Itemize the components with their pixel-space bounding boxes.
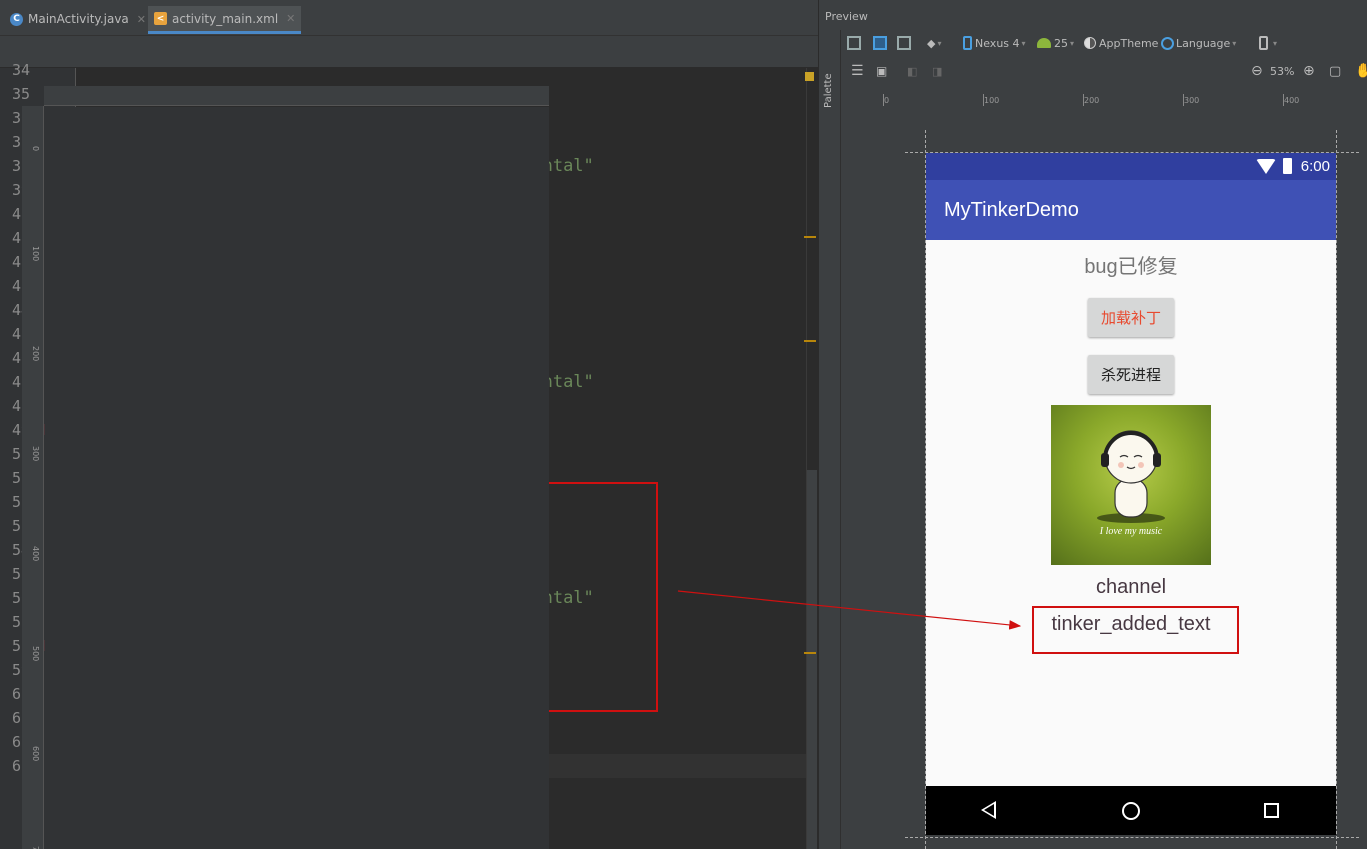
device-frame-toggle[interactable]: ▾ bbox=[1259, 34, 1277, 52]
zoom-fit-icon[interactable]: ▢ bbox=[1329, 62, 1341, 80]
music-character-icon bbox=[1097, 430, 1165, 523]
app-bar: MyTinkerDemo bbox=[926, 180, 1336, 240]
zoom-out-icon[interactable]: ⊖ bbox=[1251, 62, 1263, 80]
ruler-label: 100 bbox=[31, 246, 40, 262]
tab-main-activity[interactable]: C MainActivity.java ✕ bbox=[4, 6, 152, 32]
inspection-status-icon[interactable] bbox=[805, 72, 814, 81]
split-view-icon[interactable] bbox=[897, 34, 911, 52]
close-icon[interactable]: ✕ bbox=[286, 12, 295, 25]
palette-label[interactable]: Palette bbox=[823, 73, 834, 108]
java-class-icon: C bbox=[10, 12, 23, 26]
load-patch-button[interactable]: 加载补丁 bbox=[1088, 298, 1174, 337]
tab-activity-main-xml[interactable]: < activity_main.xml ✕ bbox=[148, 6, 302, 34]
guide-line bbox=[905, 837, 1359, 838]
zoom-level: 53% bbox=[1270, 64, 1295, 78]
image-caption: I love my music bbox=[1099, 526, 1163, 537]
guide-line bbox=[1336, 130, 1337, 849]
api-label: 25 bbox=[1054, 36, 1068, 50]
ruler-label: 0 bbox=[31, 146, 40, 152]
blueprint-view-icon[interactable] bbox=[873, 34, 887, 52]
language-selector[interactable]: Language ▾ bbox=[1161, 34, 1236, 52]
pan-left-icon[interactable]: ◧ bbox=[907, 62, 917, 80]
ruler-label: 500 bbox=[31, 646, 40, 662]
ruler-label: 100 bbox=[984, 96, 1000, 105]
bug-fixed-text[interactable]: bug已修复 bbox=[926, 250, 1336, 279]
channel-text[interactable]: channel bbox=[926, 576, 1336, 599]
ruler-label: 600 bbox=[31, 746, 40, 762]
preview-toolbar-secondary: ☰ ▣ ◧ ◨ ⊖ 53% ⊕ ▢ ✋ bbox=[841, 58, 1367, 84]
ruler-tick bbox=[1183, 94, 1184, 106]
status-time: 6:00 bbox=[1300, 158, 1330, 175]
recents-icon[interactable] bbox=[1264, 803, 1279, 818]
zoom-in-icon[interactable]: ⊕ bbox=[1303, 62, 1315, 80]
pan-right-icon[interactable]: ◨ bbox=[932, 62, 942, 80]
ruler-label: 200 bbox=[1084, 96, 1100, 105]
ruler-tick bbox=[1083, 94, 1084, 106]
status-bar: 6:00 bbox=[926, 153, 1336, 180]
tab-label: MainActivity.java bbox=[28, 12, 129, 26]
phone-preview[interactable]: 6:00 MyTinkerDemo bug已修复 加载补丁 杀死进程 I lov… bbox=[926, 153, 1336, 835]
battery-icon bbox=[1283, 158, 1292, 174]
error-stripe-mark[interactable] bbox=[804, 340, 816, 342]
ruler-label: 300 bbox=[1184, 96, 1200, 105]
xml-file-icon: < bbox=[154, 12, 167, 25]
error-stripe-mark[interactable] bbox=[804, 236, 816, 238]
ruler-label: 200 bbox=[31, 346, 40, 362]
annotation-highlight-box bbox=[1032, 606, 1239, 654]
ruler-label: 300 bbox=[31, 446, 40, 462]
wifi-icon bbox=[1256, 159, 1276, 174]
vertical-ruler: 0100200300400500600700 bbox=[22, 106, 44, 849]
device-selector[interactable]: Nexus 4 ▾ bbox=[963, 34, 1026, 52]
line-number: 35 bbox=[11, 85, 30, 103]
design-surface[interactable] bbox=[45, 107, 549, 849]
home-icon[interactable] bbox=[1122, 802, 1140, 820]
code-line[interactable]: 34 bbox=[0, 58, 806, 82]
phone-outline-icon bbox=[1259, 36, 1268, 50]
ruler-tick bbox=[983, 94, 984, 106]
globe-icon bbox=[1161, 36, 1174, 50]
render-mode-icon[interactable]: ▣ bbox=[876, 62, 887, 80]
tab-label: activity_main.xml bbox=[172, 11, 279, 26]
preview-title: Preview bbox=[825, 10, 868, 23]
preview-toolbar: ◆ ▾ Nexus 4 ▾ 25 ▾ AppTheme Language ▾ ▾ bbox=[841, 30, 1367, 56]
navigation-bar bbox=[926, 786, 1336, 835]
horizontal-ruler: 0 100 200 300 400 bbox=[44, 86, 1299, 106]
android-icon bbox=[1037, 38, 1051, 48]
phone-icon bbox=[963, 36, 972, 50]
show-layout-icon[interactable]: ☰ bbox=[851, 62, 864, 80]
tinker-added-image[interactable]: I love my music bbox=[1051, 405, 1211, 565]
scrollbar-thumb[interactable] bbox=[807, 470, 817, 849]
language-label: Language bbox=[1176, 36, 1231, 50]
ruler-label: 0 bbox=[884, 96, 890, 105]
ruler-label: 400 bbox=[1284, 96, 1300, 105]
ruler-tick bbox=[883, 94, 884, 106]
device-label: Nexus 4 bbox=[975, 36, 1020, 50]
orientation-icon[interactable]: ◆ ▾ bbox=[927, 34, 941, 52]
back-icon[interactable] bbox=[981, 801, 996, 819]
theme-label: AppTheme bbox=[1099, 36, 1159, 50]
theme-selector[interactable]: AppTheme bbox=[1084, 34, 1158, 52]
pan-hand-icon[interactable]: ✋ bbox=[1355, 62, 1367, 80]
kill-process-button[interactable]: 杀死进程 bbox=[1088, 355, 1174, 394]
design-view-icon[interactable] bbox=[847, 34, 861, 52]
theme-icon bbox=[1084, 37, 1096, 49]
app-title: MyTinkerDemo bbox=[944, 199, 1079, 221]
ruler-label: 400 bbox=[31, 546, 40, 562]
palette-sidebar[interactable]: Palette bbox=[819, 30, 841, 849]
error-stripe-mark[interactable] bbox=[804, 652, 816, 654]
api-selector[interactable]: 25 ▾ bbox=[1037, 34, 1074, 52]
ruler-tick bbox=[1283, 94, 1284, 106]
line-number: 34 bbox=[11, 61, 30, 79]
close-icon[interactable]: ✕ bbox=[137, 13, 146, 26]
editor-tab-bar: C MainActivity.java ✕ < activity_main.xm… bbox=[0, 0, 818, 36]
